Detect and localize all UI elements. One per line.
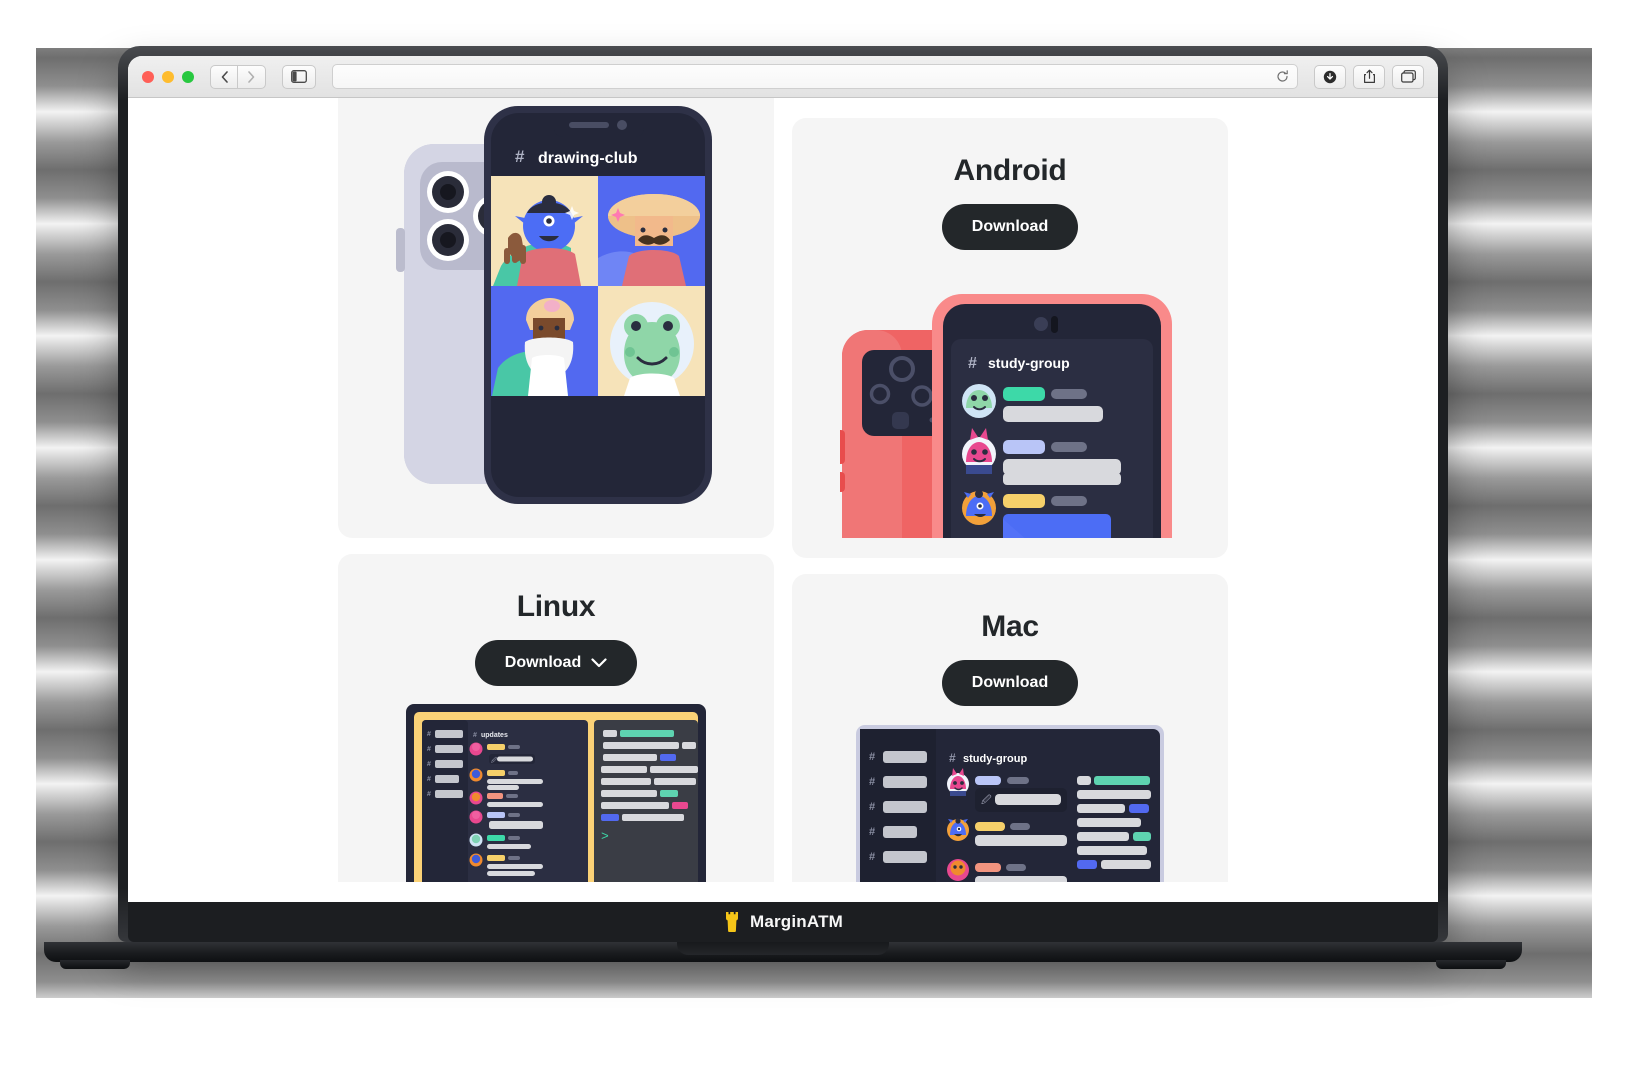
illustration-ios-phones: # drawing-club <box>338 98 774 508</box>
hash-icon: # <box>473 732 477 739</box>
laptop-lid: iOS Download <box>118 46 1448 942</box>
card-title-mac: Mac <box>981 610 1039 643</box>
backdrop-mask-top <box>0 0 1628 48</box>
svg-text:🖉: 🖉 <box>491 757 498 764</box>
downloads-button[interactable] <box>1314 64 1346 89</box>
svg-text:#: # <box>427 731 431 738</box>
browser-action-buttons <box>1314 64 1424 89</box>
laptop-foot-left <box>60 960 130 969</box>
attachment-icon: 🖉 <box>981 794 992 806</box>
download-card-mac: Mac Download # # # # # # study-group 🖉 <box>792 574 1228 882</box>
download-wrap-linux: Download <box>338 640 774 686</box>
close-window-button[interactable] <box>142 70 154 83</box>
right-column: Android Download # study-group Mac Downl… <box>792 98 1228 882</box>
illustration-android-phones: # study-group <box>792 268 1228 538</box>
brand-name-label: MarginATM <box>749 912 844 931</box>
browser-toolbar <box>128 56 1438 98</box>
ios-phone-illustration: # drawing-club <box>396 106 712 504</box>
download-wrap-mac: Download <box>792 660 1228 706</box>
android-channel-label: study-group <box>988 355 1070 371</box>
linux-channel-label: updates <box>481 732 508 739</box>
illustration-linux-monitor: # # # # # # updates 🖉 > <box>338 704 774 882</box>
svg-text:#: # <box>869 776 875 788</box>
linux-monitor-illustration: # # # # # # updates 🖉 > <box>406 704 706 882</box>
tab-overview-icon <box>1400 70 1416 83</box>
laptop-brand-bar: MarginATM <box>128 902 1438 942</box>
download-button-mac[interactable]: Download <box>941 660 1079 706</box>
card-title-android: Android <box>953 154 1067 187</box>
svg-text:#: # <box>869 826 875 838</box>
download-button-label: Download <box>504 654 582 671</box>
address-bar[interactable] <box>332 64 1298 89</box>
reload-icon[interactable] <box>1276 70 1289 83</box>
ios-video-grid <box>491 176 705 396</box>
share-icon <box>1363 69 1375 83</box>
download-arrow-icon <box>1323 70 1337 83</box>
download-cards-grid: iOS Download <box>128 98 1438 882</box>
left-column: iOS Download <box>338 98 774 882</box>
download-button-linux[interactable]: Download <box>474 640 638 686</box>
svg-text:#: # <box>427 746 431 753</box>
sidebar-toggle-button[interactable] <box>282 64 316 89</box>
laptop-device: iOS Download <box>44 46 1522 969</box>
svg-text:#: # <box>869 851 875 863</box>
android-phone-front: # study-group <box>932 294 1172 538</box>
maximize-window-button[interactable] <box>182 70 194 83</box>
card-title-linux: Linux <box>516 590 596 623</box>
hash-icon: # <box>949 751 956 765</box>
laptop-screen: iOS Download <box>128 56 1438 922</box>
page-content: iOS Download <box>128 98 1438 882</box>
share-button[interactable] <box>1353 64 1385 89</box>
hash-icon: # <box>515 147 525 166</box>
svg-text:#: # <box>427 791 431 798</box>
chevron-left-icon <box>221 70 228 83</box>
download-card-ios: iOS Download <box>338 98 774 538</box>
download-wrap-android: Download <box>792 204 1228 250</box>
svg-text:#: # <box>427 776 431 783</box>
android-phone-illustration: # study-group <box>840 294 1172 538</box>
chevron-right-icon <box>248 70 255 83</box>
forward-button[interactable] <box>238 64 266 89</box>
back-button[interactable] <box>210 64 238 89</box>
hash-icon: # <box>968 355 977 372</box>
mac-channel-label: study-group <box>963 753 1027 765</box>
download-card-android: Android Download # study-group <box>792 118 1228 558</box>
ios-phone-front: # drawing-club <box>484 106 712 504</box>
svg-text:#: # <box>869 801 875 813</box>
download-button-label: Download <box>971 218 1049 235</box>
ios-channel-label: drawing-club <box>538 150 638 167</box>
download-button-android[interactable]: Download <box>941 204 1079 250</box>
tower-logo-icon <box>725 912 738 932</box>
laptop-foot-right <box>1436 960 1506 969</box>
mac-laptop-illustration: # # # # # # study-group 🖉 <box>856 725 1164 882</box>
navigation-buttons <box>210 64 266 89</box>
sidebar-icon <box>291 70 307 83</box>
download-button-label: Download <box>971 674 1049 691</box>
svg-text:#: # <box>869 751 875 763</box>
svg-text:#: # <box>427 761 431 768</box>
window-traffic-lights <box>142 70 194 83</box>
laptop-base-notch <box>677 942 889 955</box>
chevron-down-icon <box>591 658 607 668</box>
backdrop-mask-bottom <box>0 998 1628 1080</box>
download-card-linux: Linux Download # # # # # # updates 🖉 > <box>338 554 774 882</box>
tabs-button[interactable] <box>1392 64 1424 89</box>
backdrop-mask-right <box>1592 0 1628 1080</box>
illustration-mac-laptop: # # # # # # study-group 🖉 <box>792 724 1228 882</box>
backdrop-mask-left <box>0 0 36 1080</box>
minimize-window-button[interactable] <box>162 70 174 83</box>
terminal-prompt-icon: > <box>601 829 609 844</box>
